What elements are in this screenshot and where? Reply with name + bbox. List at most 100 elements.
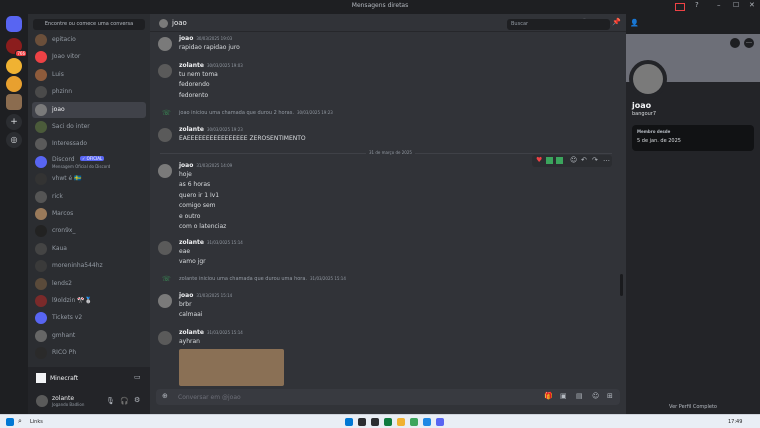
reply-icon[interactable]: ↶ [581,157,587,164]
avatar [35,242,47,255]
gift-icon[interactable]: 🎁 [544,393,553,400]
dm-item[interactable]: Luis [32,67,146,83]
avatar[interactable] [158,37,172,51]
message-author[interactable]: zolante [179,62,204,69]
reaction-icon[interactable]: ♥ [536,157,542,164]
user-panel: zolante Jogando Badlion 🎙 🎧 ⚙ [28,389,150,414]
avatar[interactable] [158,331,172,345]
search-input[interactable]: Buscar [507,19,610,30]
message-composer[interactable]: ⊕ Conversar em @joao 🎁 ▣ ▤ ☺ ⊞ [156,389,620,405]
add-friend-icon[interactable] [730,38,740,48]
sticker-icon[interactable]: ▤ [576,393,583,400]
app-icon[interactable] [423,418,431,426]
dm-item[interactable]: l9oldzin 🎌🥈 [32,293,146,309]
dm-item[interactable]: epitacio [32,32,146,48]
view-full-profile-link[interactable]: Ver Perfil Completo [626,404,760,410]
dm-item[interactable]: cron9x_ [32,223,146,239]
help-icon[interactable]: ? [695,1,699,9]
avatar[interactable] [158,164,172,178]
weather-icon[interactable] [6,418,14,426]
discord-home-icon[interactable] [6,16,22,32]
close-button[interactable]: ✕ [749,1,755,9]
avatar [35,329,47,342]
apps-icon[interactable]: ⊞ [607,393,613,400]
dm-search-input[interactable]: Encontre ou comece uma conversa [33,19,145,30]
message-author[interactable]: zolante [179,126,204,133]
headphones-icon[interactable]: 🎧 [120,398,129,405]
server-icon[interactable] [6,58,22,74]
forward-icon[interactable]: ↷ [592,157,598,164]
pin-icon[interactable]: 📌 [612,19,621,26]
profile-display-name: joao [632,101,652,110]
folder-icon[interactable] [397,418,405,426]
message-author[interactable]: joao [179,35,193,42]
message-author[interactable]: joao [179,292,193,299]
user-profile-icon[interactable]: 👤 [630,20,639,27]
avatar[interactable] [36,395,48,407]
call-text: zolante iniciou uma chamada que durou um… [179,276,308,282]
dm-name: rick [52,192,63,200]
minimize-button[interactable]: – [717,1,721,9]
dm-item[interactable]: gmhant [32,328,146,344]
search-icon[interactable]: ⌕ [18,418,22,425]
more-icon[interactable]: … [603,156,610,163]
screen-share-icon[interactable]: ▭ [134,374,141,381]
add-attachment-icon[interactable]: ⊕ [162,393,168,400]
avatar [35,208,47,220]
dm-item[interactable]: rick [32,189,146,205]
settings-gear-icon[interactable]: ⚙ [134,397,140,404]
avatar [35,68,47,81]
dm-item[interactable]: RICO Ph [32,345,146,361]
start-icon[interactable] [345,418,353,426]
image-attachment[interactable] [179,349,284,386]
title-bar: Mensagens diretas ? – ☐ ✕ [0,0,760,14]
emoji-icon[interactable]: ☺ [570,157,577,164]
message-author[interactable]: zolante [179,329,204,336]
app-icon[interactable] [410,418,418,426]
app-icon[interactable] [358,418,366,426]
dm-item[interactable]: moreninha544hz [32,258,146,274]
reaction-icon[interactable] [556,157,563,164]
dm-item[interactable]: phzinn [32,84,146,100]
avatar [35,295,47,307]
clock-time: 17:49 [728,419,743,425]
message-author[interactable]: zolante [179,239,204,246]
dm-item[interactable]: Discord ✓ OFICIAL Mensagem Oficial do Disc… [32,154,146,170]
avatar[interactable] [158,241,172,255]
server-icon[interactable] [6,76,22,92]
dm-item[interactable]: Marcos [32,206,146,222]
app-icon[interactable] [371,418,379,426]
avatar[interactable] [158,294,172,308]
dm-item[interactable]: Kaua [32,241,146,257]
scrollbar[interactable] [620,274,623,296]
inbox-icon[interactable] [675,3,685,11]
server-icon[interactable] [6,94,22,110]
dm-item[interactable]: Interessado [32,136,146,152]
message-author[interactable]: joao [179,162,193,169]
taskbar-search[interactable]: Links [30,419,43,425]
dm-name: l9oldzin 🎌🥈 [52,297,93,304]
gif-icon[interactable]: ▣ [560,393,567,400]
explore-icon[interactable]: ◎ [6,132,22,148]
composer-input[interactable]: Conversar em @joao [178,394,241,401]
app-icon[interactable] [384,418,392,426]
dm-item[interactable]: Saci do inter [32,119,146,135]
microphone-icon[interactable]: 🎙 [106,398,115,405]
more-icon[interactable]: … [744,38,754,48]
add-server-icon[interactable]: + [6,114,22,130]
discord-taskbar-icon[interactable] [436,418,444,426]
dm-item[interactable]: joao [32,101,146,118]
message-header: zolante 30/03/2025 19:03 [179,62,243,69]
emoji-icon[interactable]: ☺ [592,393,599,400]
dm-item[interactable]: Joao vitor [32,49,146,65]
avatar [35,155,47,168]
dm-item[interactable]: vhwt é 🇸🇪 [32,171,146,187]
dm-item[interactable]: lends2 [32,276,146,292]
avatar[interactable] [158,64,172,78]
maximize-button[interactable]: ☐ [733,1,739,9]
dm-item[interactable]: Tickets v2 [32,310,146,326]
avatar[interactable] [158,128,172,142]
check-icon[interactable] [546,157,553,164]
server-icon[interactable]: 766 [6,38,27,57]
message-time: 30/03/2025 19:03 [206,63,243,68]
